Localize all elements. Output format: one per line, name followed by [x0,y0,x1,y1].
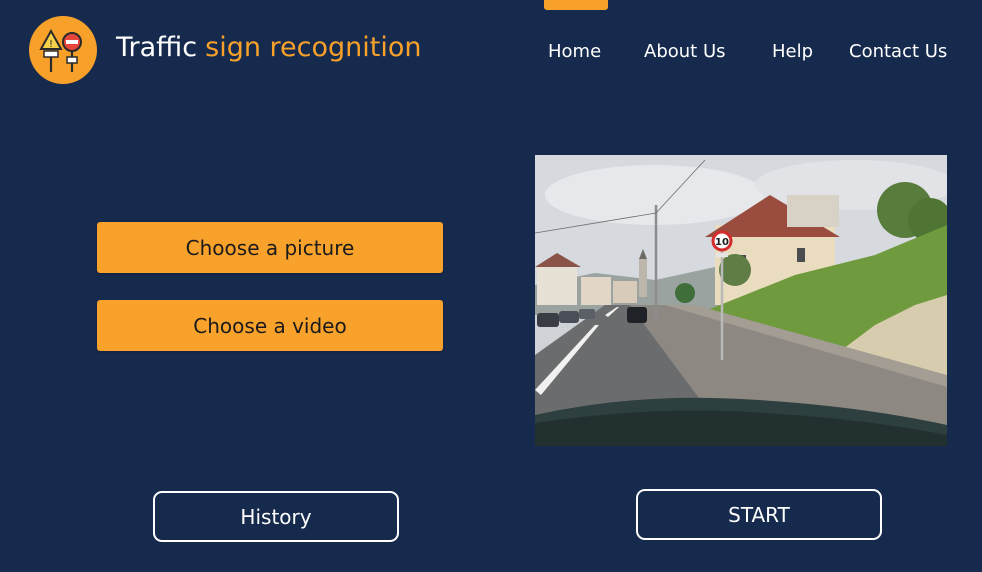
choose-video-button[interactable]: Choose a video [97,300,443,351]
start-button[interactable]: START [636,489,882,540]
active-nav-indicator [544,0,608,10]
history-button[interactable]: History [153,491,399,542]
main-window: ! Traffic sign recognition Home About Us … [0,0,982,572]
nav-contact-us[interactable]: Contact Us [849,38,947,66]
road-scene-image: 10 [535,155,947,446]
nav-help[interactable]: Help [772,38,813,66]
choose-picture-button[interactable]: Choose a picture [97,222,443,273]
traffic-signs-icon: ! [39,28,82,72]
app-title-primary: Traffic [116,32,198,63]
app-title-secondary: sign recognition [205,32,422,63]
app-logo: ! [29,16,97,84]
app-title: Traffic sign recognition [116,30,421,66]
nav-home[interactable]: Home [548,38,601,66]
speed-sign-value: 10 [715,237,729,248]
nav-about-us[interactable]: About Us [644,38,726,66]
svg-text:!: ! [49,39,53,50]
image-preview: 10 [535,155,947,446]
